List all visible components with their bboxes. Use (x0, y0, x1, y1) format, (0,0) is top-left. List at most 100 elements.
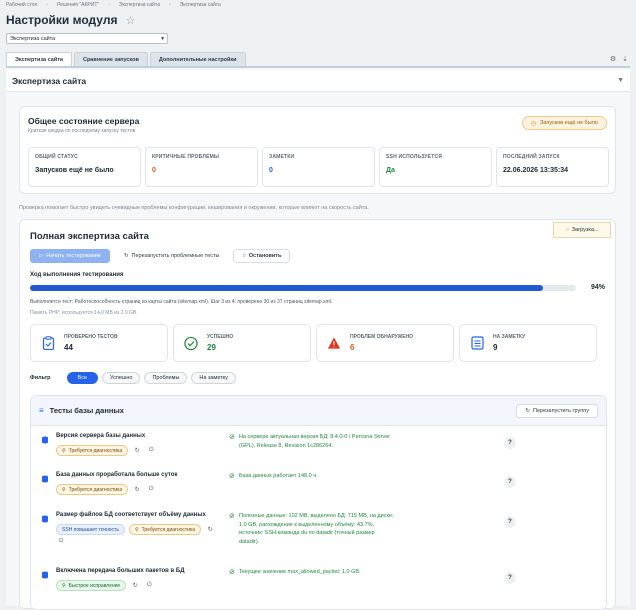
test-name: Включена передача больших пакетов в БД (56, 568, 185, 574)
module-select-value: Экспертиза сайта (10, 35, 56, 42)
stat-value: 0 (269, 167, 273, 174)
page-title: Настройки модуля (6, 13, 118, 27)
search-icon: ⚲ (134, 526, 139, 533)
power-icon[interactable]: ⏻ (56, 538, 66, 545)
filter-all[interactable]: Все (66, 372, 99, 384)
help-button[interactable]: ? (504, 516, 516, 528)
group-title-text: Тесты базы данных (49, 406, 124, 415)
stop-button[interactable]: ○ Остановить (233, 249, 291, 263)
tab-tools: ⚙ ⇣ (610, 55, 628, 63)
stop-icon: ○ (242, 253, 246, 259)
breadcrumb-item[interactable]: Экспертиза сайта (119, 2, 160, 8)
test-actions: ⚲ Требуется диагностика ↻ ⏻ (56, 484, 156, 495)
stat-last-run: ПОСЛЕДНИЙ ЗАПУСК 22.06.2026 13:35:34 (496, 147, 609, 187)
loading-text: Загрузка... (571, 227, 599, 233)
progress-fill (30, 285, 544, 291)
power-icon[interactable]: ⏻ (144, 582, 154, 589)
stat-value: Запусков ещё не было (35, 167, 114, 174)
filter-bar: Фильтр Все Успешно Проблемы На заметку (30, 372, 236, 384)
counter-notes: НА ЗАМЕТКУ 9 (459, 324, 597, 362)
stat-label: ПОСЛЕДНИЙ ЗАПУСК (503, 154, 560, 160)
check-circle-icon: ⊘ (229, 513, 235, 520)
database-icon (42, 436, 48, 444)
refresh-icon[interactable]: ↻ (130, 582, 140, 589)
diagnostic-tag[interactable]: ⚲ Требуется диагностика (56, 484, 129, 495)
stop-label: Остановить (248, 253, 282, 259)
collapse-icon[interactable]: ▼ (617, 77, 624, 84)
current-test-text: Выполняется тест: Работоспособность стра… (30, 299, 333, 305)
breadcrumb-item[interactable]: Решения "АКРИТ" (57, 2, 99, 8)
counter-success: УСПЕШНО 29 (173, 324, 311, 362)
filter-notes[interactable]: На заметку (191, 372, 236, 384)
page-title-row: Настройки модуля ☆ (6, 13, 135, 27)
gear-icon[interactable]: ⚙ (610, 55, 616, 63)
ssh-tag: SSH повышает точность (56, 524, 125, 535)
help-button[interactable]: ? (504, 437, 516, 449)
breadcrumb: Рабочий стол › Решения "АКРИТ" › Экспертиз… (6, 2, 221, 8)
rerun-problems-button[interactable]: ↻ Перезапустить проблемные тесты (114, 249, 229, 263)
diagnostic-tag[interactable]: ⚲ Требуется диагностика (56, 445, 129, 456)
stat-label: КРИТИЧНЫЕ ПРОБЛЕМЫ (152, 154, 220, 160)
help-button[interactable]: ? (504, 572, 516, 584)
module-select[interactable]: Экспертиза сайта ▾ (6, 33, 168, 44)
test-name: База данных проработала больше суток (56, 472, 178, 478)
group-header: ≡ Тесты базы данных ↻ Перезапустить группу (31, 396, 606, 426)
result-line: Полезные данные: 102 MB, выделено БД: 71… (239, 513, 394, 519)
stat-value: Да (386, 167, 395, 174)
refresh-icon[interactable]: ↻ (132, 447, 142, 454)
diagnostic-tag[interactable]: ⚲ Требуется диагностика (128, 524, 202, 535)
breadcrumb-item: Экспертиза сайта (179, 2, 221, 8)
refresh-icon[interactable]: ↻ (205, 526, 215, 533)
progress-percent: 94% (590, 284, 605, 291)
tab-compare[interactable]: Сравнение запусков (73, 52, 148, 66)
filter-problems[interactable]: Проблемы (144, 372, 188, 384)
counter-checked: ПРОВЕРЕНО ТЕСТОВ 44 (30, 324, 168, 362)
result-line: datadir). (239, 538, 260, 545)
server-status-card: Общее состояние сервера Краткая сводка п… (19, 106, 616, 194)
rerun-group-button[interactable]: ↻ Перезапустить группу (516, 403, 598, 418)
hint-text: Проверка помогает быстро увидеть очевидн… (19, 205, 369, 211)
star-icon[interactable]: ☆ (125, 14, 135, 27)
test-actions: SSH повышает точность ⚲ Требуется диагнос… (56, 524, 215, 535)
result-line: (GPL), Release 8, Revision 1c286264. (239, 442, 333, 449)
stat-label: ЗАМЕТКИ (269, 154, 295, 160)
tab-expertise[interactable]: Экспертиза сайта (6, 52, 72, 66)
stat-label: SSH ИСПОЛЬЗУЕТСЯ (386, 154, 443, 160)
result-line: источник: SSH-команда du по datadir (точ… (239, 530, 375, 537)
stat-value: 22.06.2026 13:35:34 (503, 167, 568, 174)
warning-icon (327, 336, 341, 350)
spinner-icon: ◌ (565, 227, 569, 233)
section-title: Экспертиза сайта (12, 75, 87, 86)
refresh-icon: ↻ (525, 407, 531, 414)
counter-problems: ПРОБЛЕМ ОБНАРУЖЕНО 6 (316, 324, 454, 362)
pin-icon[interactable]: ⇣ (622, 55, 628, 63)
server-subtitle: Краткая сводка по последнему запуску тес… (28, 128, 136, 134)
tab-additional[interactable]: Дополнительные настройки (149, 52, 246, 66)
quick-fix-tag[interactable]: ⚲ Быстрое исправление (56, 580, 127, 591)
clipboard-icon (41, 336, 55, 350)
breadcrumb-item[interactable]: Рабочий стол (6, 2, 37, 8)
tag-text: Требуется диагностика (68, 486, 123, 493)
check-circle-icon: ⊘ (229, 473, 235, 480)
search-icon: ⚲ (62, 447, 66, 454)
section-header[interactable]: Экспертиза сайта ▼ (6, 70, 630, 92)
list-icon (470, 336, 484, 350)
refresh-icon: ↻ (123, 253, 129, 259)
check-circle-icon (184, 336, 198, 350)
start-test-button[interactable]: ▷ Начать тестирование (30, 249, 110, 263)
tag-text: Быстрое исправление (68, 582, 121, 589)
filter-success[interactable]: Успешно (102, 372, 141, 384)
help-button[interactable]: ? (504, 476, 516, 488)
stat-notes: ЗАМЕТКИ 0 (262, 147, 375, 187)
result-line: База данных работает 148.0 ч. (239, 473, 318, 479)
power-icon[interactable]: ⏻ (146, 447, 156, 454)
audit-title: Полная экспертиза сайта (30, 231, 149, 242)
result-counters: ПРОВЕРЕНО ТЕСТОВ 44 УСПЕШНО 29 ПРОБЛЕМ ОБН… (30, 324, 597, 362)
test-result: ⊘ Полезные данные: 102 MB, выделено БД: 7… (229, 512, 404, 546)
power-icon[interactable]: ⏻ (146, 486, 156, 493)
database-icon: ≡ (39, 406, 44, 415)
refresh-icon[interactable]: ↻ (132, 486, 142, 493)
stat-critical: КРИТИЧНЫЕ ПРОБЛЕМЫ 0 (145, 147, 258, 187)
check-circle-icon: ⊘ (229, 569, 235, 576)
group-title: ≡ Тесты базы данных (39, 406, 124, 415)
